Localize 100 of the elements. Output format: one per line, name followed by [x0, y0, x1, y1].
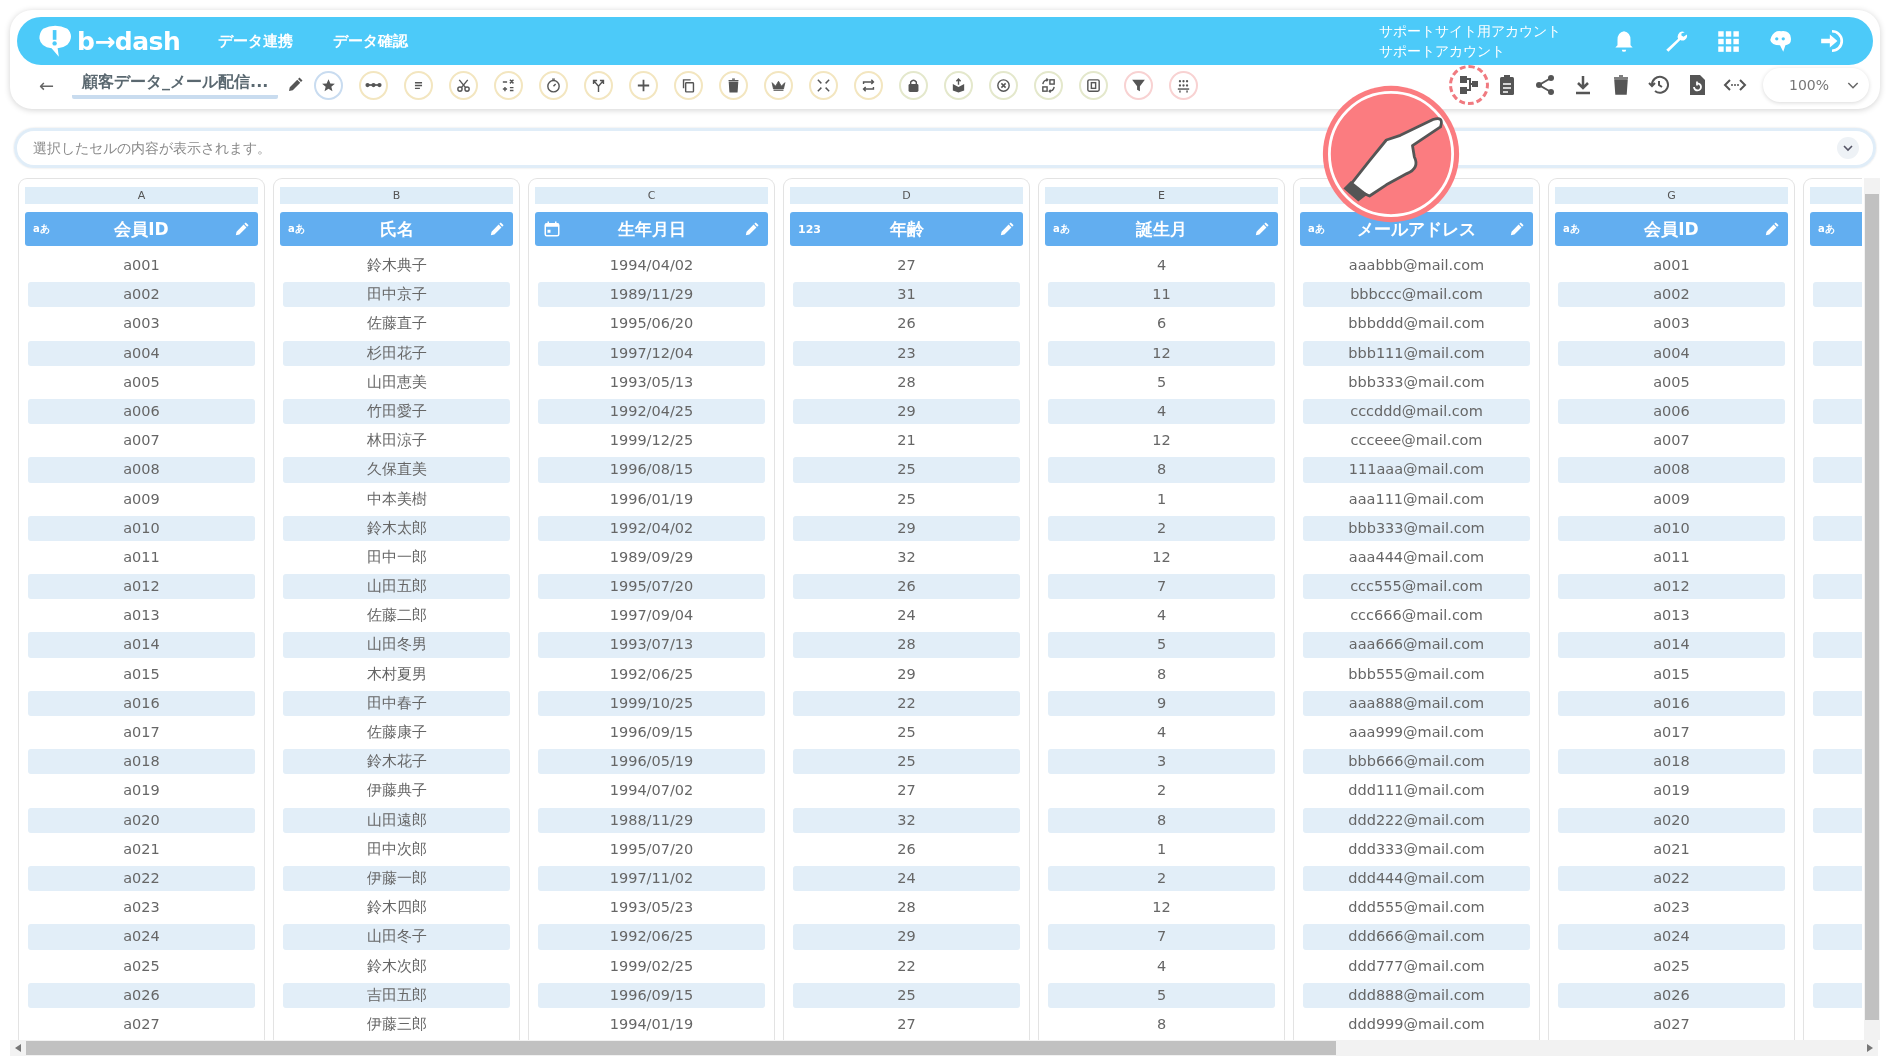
table-cell[interactable]: a022 [28, 865, 255, 892]
column-letter[interactable]: E [1045, 187, 1278, 204]
table-cell[interactable]: 2 [1048, 515, 1275, 541]
table-cell[interactable]: a025 [1558, 953, 1785, 979]
table-cell[interactable]: 32 [793, 544, 1020, 571]
table-cell[interactable]: ddd555@mail.com [1303, 895, 1530, 921]
table-cell[interactable]: 伊藤典子 [283, 778, 510, 804]
zoom-dropdown[interactable]: 100% [1763, 68, 1869, 102]
table-cell[interactable]: bbbccc@mail.com [1303, 282, 1530, 308]
table-cell[interactable]: a018 [28, 749, 255, 775]
table-cell[interactable]: a013 [28, 603, 255, 629]
table-cell[interactable]: a005 [1558, 369, 1785, 395]
table-cell[interactable]: 29 [793, 924, 1020, 950]
table-cell[interactable]: 25 [793, 457, 1020, 483]
table-cell[interactable]: 竹田愛子 [283, 398, 510, 425]
table-cell[interactable]: a016 [28, 690, 255, 716]
table-cell[interactable]: a003 [28, 311, 255, 337]
table-cell[interactable]: 1 [1048, 836, 1275, 862]
table-cell[interactable]: bbb333@mail.com [1303, 369, 1530, 395]
table-cell[interactable]: 1992/06/25 [538, 661, 765, 687]
table-cell[interactable]: a005 [28, 369, 255, 395]
table-cell[interactable]: cccddd@mail.com [1303, 398, 1530, 425]
table-cell[interactable]: 4 [1048, 720, 1275, 746]
table-cell[interactable]: a027 [1558, 1011, 1785, 1038]
table-cell[interactable]: 8 [1048, 807, 1275, 833]
back-button[interactable]: ← [35, 74, 59, 96]
table-cell[interactable]: 25 [793, 982, 1020, 1008]
table-cell[interactable]: 111aaa@mail.com [1303, 457, 1530, 483]
table-cell[interactable]: 29 [793, 515, 1020, 541]
table-cell[interactable]: a014 [1558, 632, 1785, 658]
table-cell[interactable]: aaa111@mail.com [1303, 486, 1530, 512]
vertical-scrollbar[interactable] [1864, 178, 1880, 1040]
table-cell[interactable]: 山田冬子 [283, 924, 510, 950]
table-cell[interactable]: 久保直美 [283, 457, 510, 483]
table-cell[interactable]: 9 [1048, 690, 1275, 716]
table-cell[interactable]: 28 [793, 632, 1020, 658]
table-cell[interactable]: a006 [1558, 398, 1785, 425]
table-cell[interactable]: 23 [793, 340, 1020, 366]
table-cell[interactable]: a023 [1558, 895, 1785, 921]
input-field[interactable]: 選択したセルの内容が表示されます。 [31, 139, 1837, 157]
table-cell[interactable]: ddd444@mail.com [1303, 865, 1530, 892]
table-cell[interactable]: a012 [28, 574, 255, 600]
table-cell[interactable]: ddd111@mail.com [1303, 778, 1530, 804]
table-cell[interactable]: a021 [28, 836, 255, 862]
table-cell[interactable]: a020 [28, 807, 255, 833]
table-cell[interactable]: 1997/09/04 [538, 603, 765, 629]
table-cell[interactable]: 1992/06/25 [538, 924, 765, 950]
table-cell[interactable]: 22 [793, 953, 1020, 979]
table-cell[interactable]: ddd333@mail.com [1303, 836, 1530, 862]
table-cell[interactable]: a023 [28, 895, 255, 921]
horizontal-scrollbar[interactable] [10, 1040, 1878, 1056]
table-cell[interactable]: 1996/05/19 [538, 749, 765, 775]
table-cell[interactable]: 26 [793, 836, 1020, 862]
table-cell[interactable]: 山田冬男 [283, 632, 510, 658]
table-cell[interactable]: a014 [28, 632, 255, 658]
table-cell[interactable]: aaa999@mail.com [1303, 720, 1530, 746]
table-cell[interactable]: a004 [1558, 340, 1785, 366]
table-cell[interactable]: 28 [793, 895, 1020, 921]
table-cell[interactable]: a010 [1558, 515, 1785, 541]
table-cell[interactable]: a019 [1558, 778, 1785, 804]
table-cell[interactable]: a017 [28, 720, 255, 746]
table-cell[interactable]: a019 [28, 778, 255, 804]
table-cell[interactable]: ddd222@mail.com [1303, 807, 1530, 833]
table-cell[interactable]: ddd999@mail.com [1303, 1011, 1530, 1038]
table-cell[interactable]: 1989/11/29 [538, 282, 765, 308]
table-cell[interactable]: 1994/04/02 [538, 253, 765, 279]
table-cell[interactable]: 25 [793, 749, 1020, 775]
table-cell[interactable]: 7 [1048, 574, 1275, 600]
table-cell[interactable]: ccc555@mail.com [1303, 574, 1530, 600]
table-cell[interactable]: 1999/12/25 [538, 428, 765, 454]
table-cell[interactable]: 5 [1048, 369, 1275, 395]
table-cell[interactable]: 12 [1048, 895, 1275, 921]
table-cell[interactable]: a026 [1558, 982, 1785, 1008]
table-cell[interactable]: 6 [1048, 311, 1275, 337]
table-cell[interactable]: 1996/08/15 [538, 457, 765, 483]
table-cell[interactable]: a008 [28, 457, 255, 483]
table-cell[interactable]: 22 [793, 690, 1020, 716]
table-cell[interactable]: 21 [793, 428, 1020, 454]
table-cell[interactable]: 1992/04/02 [538, 515, 765, 541]
table-cell[interactable]: a024 [1558, 924, 1785, 950]
table-cell[interactable]: 31 [793, 282, 1020, 308]
table-cell[interactable]: a027 [28, 1011, 255, 1038]
table-cell[interactable]: a003 [1558, 311, 1785, 337]
column-letter[interactable]: A [25, 187, 258, 204]
table-cell[interactable]: aaa666@mail.com [1303, 632, 1530, 658]
table-cell[interactable]: 29 [793, 661, 1020, 687]
table-cell[interactable]: 佐藤直子 [283, 311, 510, 337]
table-cell[interactable]: 鈴木次郎 [283, 953, 510, 979]
table-cell[interactable]: ddd888@mail.com [1303, 982, 1530, 1008]
table-cell[interactable]: 伊藤三郎 [283, 1011, 510, 1038]
table-cell[interactable]: a002 [28, 282, 255, 308]
table-cell[interactable]: bbb666@mail.com [1303, 749, 1530, 775]
table-cell[interactable]: 24 [793, 865, 1020, 892]
table-cell[interactable]: 鈴木花子 [283, 749, 510, 775]
table-cell[interactable]: a016 [1558, 690, 1785, 716]
table-cell[interactable]: 中本美樹 [283, 486, 510, 512]
table-cell[interactable]: ccc666@mail.com [1303, 603, 1530, 629]
table-cell[interactable]: a008 [1558, 457, 1785, 483]
column-letter[interactable]: B [280, 187, 513, 204]
table-cell[interactable]: 1995/06/20 [538, 311, 765, 337]
